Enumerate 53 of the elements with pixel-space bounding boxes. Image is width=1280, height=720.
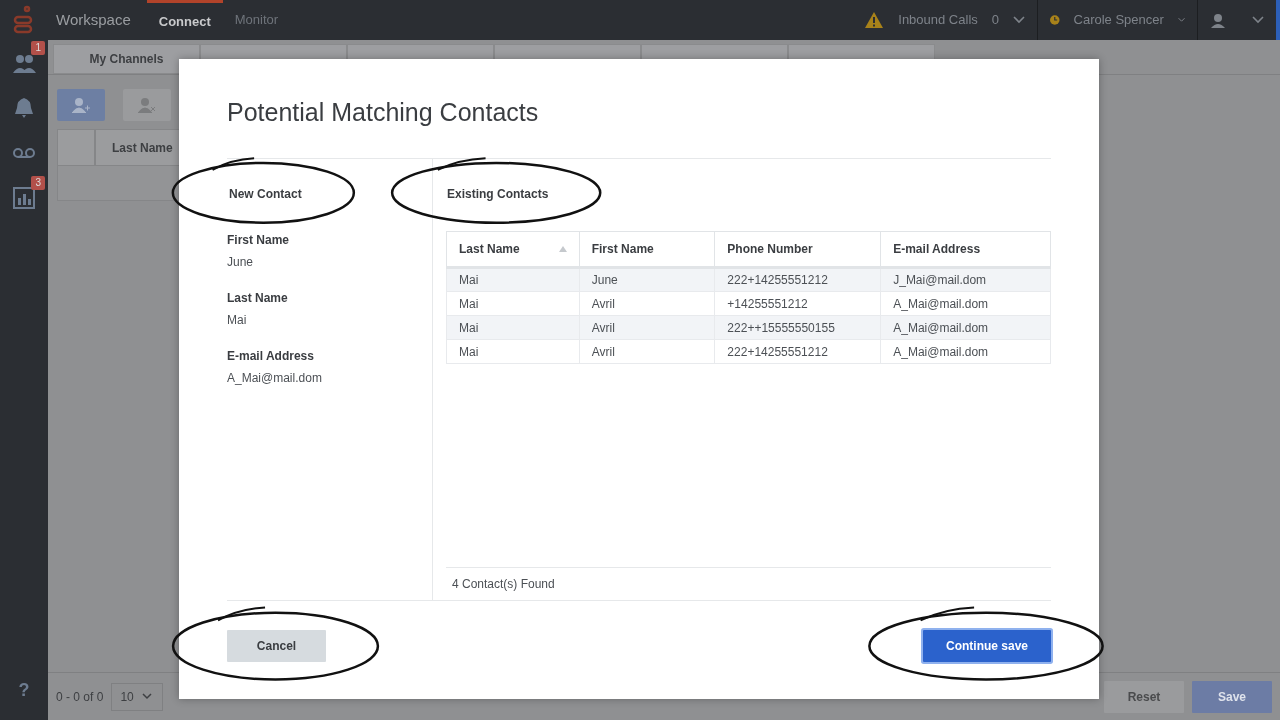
chevron-down-icon[interactable] [1177,16,1185,24]
table-cell: Mai [446,339,580,364]
section-heading: New Contact [229,187,302,201]
tab[interactable]: My Channels [53,44,200,74]
nav-link[interactable]: Monitor [222,0,291,40]
field-label: E-mail Address [227,348,315,365]
table-cell: Avril [579,291,715,316]
section-heading: Existing Contacts [447,187,549,201]
bell-icon[interactable] [12,95,36,120]
field-value: A_Mai@mail.dom [227,370,323,387]
table-cell: A_Mai@mail.dom [880,291,1051,316]
field-label: Last Name [227,290,289,307]
table-cell: Avril [579,339,715,364]
save-button[interactable]: Save [1192,680,1272,713]
add-contact-button[interactable] [57,89,105,121]
help-button[interactable]: ? [0,677,48,704]
inbound-calls-count: 0 [991,11,999,30]
notification-badge: 3 [31,176,45,190]
warning-icon [864,11,885,29]
person-remove-icon [138,97,156,113]
notification-badge: 1 [31,41,45,55]
chart-icon[interactable] [12,185,36,210]
chevron-down-icon[interactable] [1252,16,1264,24]
table-cell: J_Mai@mail.dom [880,267,1051,292]
field-label: First Name [227,232,291,249]
app-name: Workspace [56,9,131,30]
table-cell: 222++15555550155 [714,315,881,340]
clock-icon [1050,12,1060,28]
table-cell: +14255551212 [714,291,881,316]
cancel-button[interactable]: Cancel [227,630,326,662]
pager-range: 0 - 0 of 0 [56,688,104,706]
field-value: June [227,254,255,271]
chevron-down-icon[interactable] [1013,16,1025,24]
table-cell: Avril [579,315,715,340]
agent-icon [1210,12,1226,28]
dialog-title: Potential Matching Contacts [227,97,540,128]
table-cell: 222+14255551212 [714,339,881,364]
table-cell: Mai [446,291,580,316]
person-add-icon [72,97,90,113]
results-count: 4 Contact(s) Found [452,576,555,593]
inbound-calls-label: Inbound Calls [898,11,978,30]
chevron-down-icon [141,693,152,700]
table-cell: A_Mai@mail.dom [880,315,1051,340]
table-cell: Mai [446,315,580,340]
field-value: Mai [227,312,248,329]
reset-button[interactable]: Reset [1104,680,1184,713]
table-cell: 222+14255551212 [714,267,881,292]
table-cell: Mai [446,267,580,292]
table-cell: June [579,267,715,292]
page-size-select[interactable]: 10 [111,682,164,711]
user-name: Carole Spencer [1073,11,1164,30]
table-cell: A_Mai@mail.dom [880,339,1051,364]
continue-save-button[interactable]: Continue save [923,630,1051,662]
